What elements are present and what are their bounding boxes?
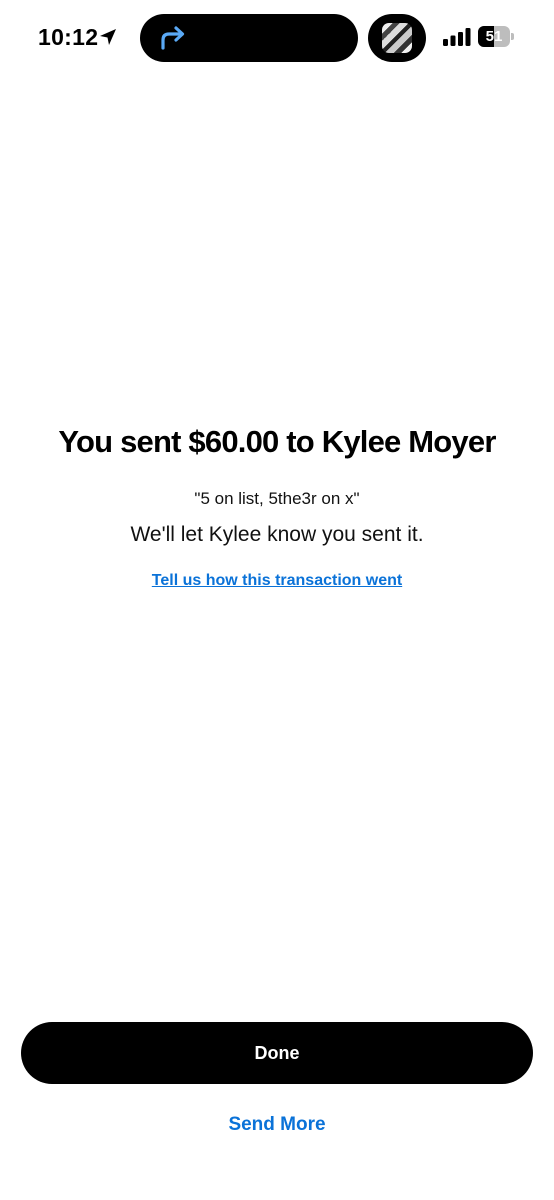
forward-arrow-icon [161,26,185,50]
battery-level: 51 [485,28,503,45]
now-playing-pill[interactable] [368,14,426,62]
dynamic-island[interactable] [140,14,358,62]
payment-memo: "5 on list, 5the3r on x" [194,489,360,508]
payment-confirmation: You sent $60.00 to Kylee Moyer "5 on lis… [0,420,554,592]
send-more-button[interactable]: Send More [177,1108,377,1142]
status-time: 10:12 [38,24,99,50]
notify-message: We'll let Kylee know you sent it. [130,523,424,546]
location-arrow-icon [100,29,116,45]
battery-indicator: 51 [478,26,514,47]
battery-cap [511,33,514,40]
battery-body: 51 [478,26,510,47]
cellular-signal-icon [443,28,471,46]
album-art-thumbnail [382,23,412,53]
confirmation-title: You sent $60.00 to Kylee Moyer [58,424,496,459]
status-bar: 10:12 51 [0,0,554,76]
done-button[interactable]: Done [21,1022,533,1084]
feedback-link[interactable]: Tell us how this transaction went [152,570,402,592]
